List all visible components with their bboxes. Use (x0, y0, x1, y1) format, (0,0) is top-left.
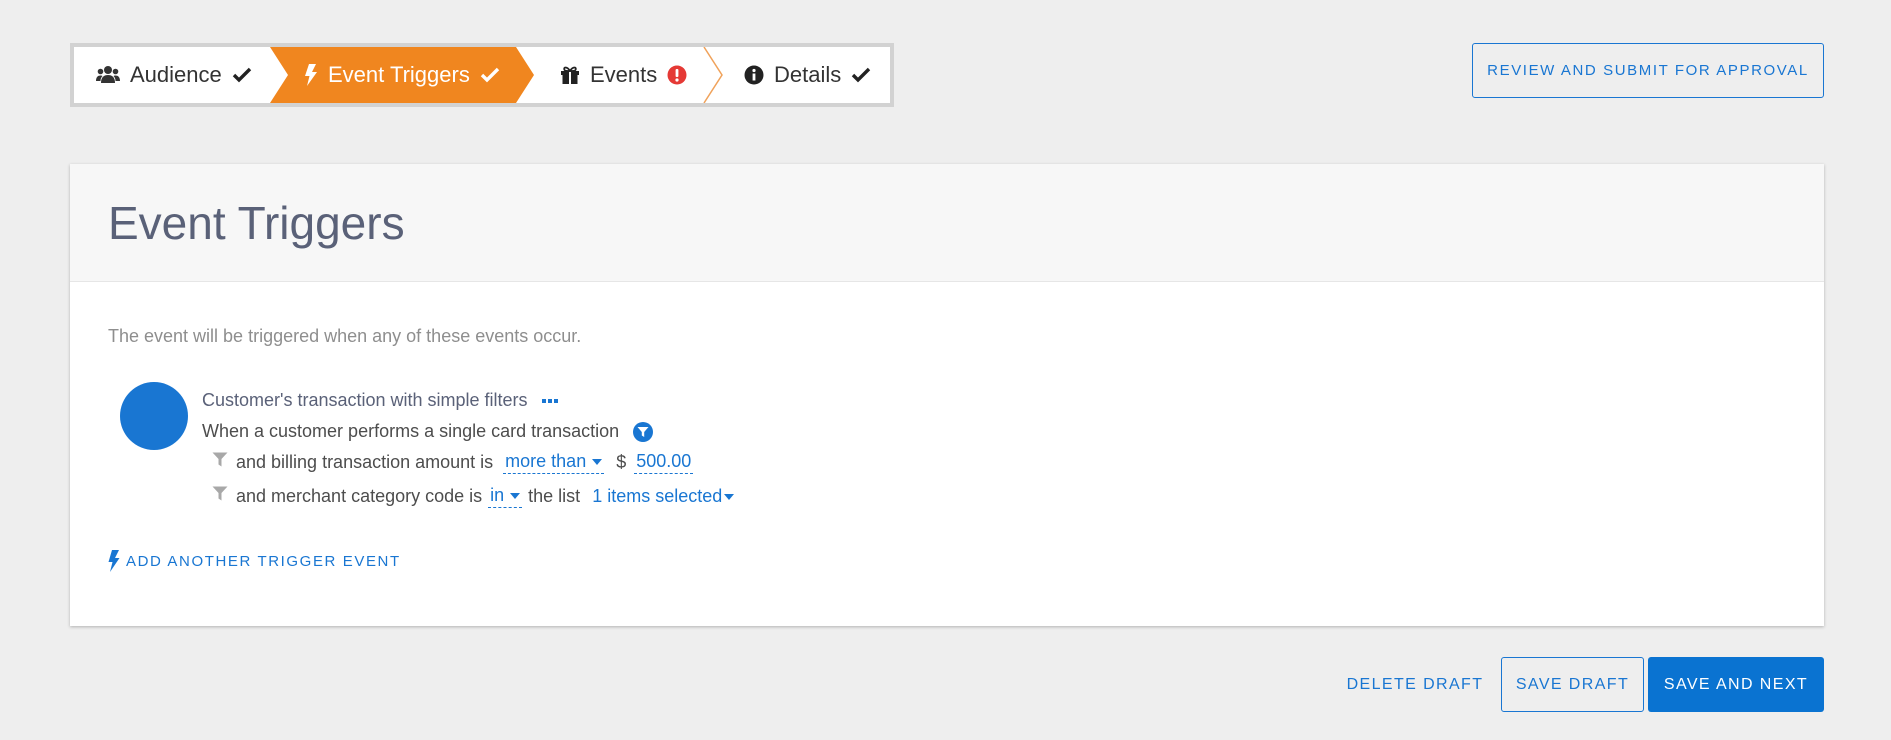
caret-down-icon (724, 493, 735, 500)
add-trigger-event-button[interactable]: ADD ANOTHER TRIGGER EVENT (108, 550, 401, 572)
amount-input[interactable]: 500.00 (634, 451, 694, 474)
operator-value: in (490, 485, 505, 505)
more-options-icon[interactable] (541, 398, 558, 403)
condition-middle: the list (528, 486, 581, 506)
operator-dropdown[interactable]: in (488, 485, 523, 508)
page-title: Event Triggers (108, 197, 405, 249)
check-icon (480, 67, 500, 83)
items-selected-dropdown[interactable]: 1 items selected (592, 486, 735, 507)
delete-draft-button[interactable]: DELETE DRAFT (1340, 657, 1490, 712)
users-icon (96, 65, 120, 85)
trigger-title: Customer's transaction with simple filte… (202, 390, 558, 411)
review-and-submit-button[interactable]: REVIEW AND SUBMIT FOR APPROVAL (1472, 43, 1824, 98)
step-label: Audience (130, 62, 222, 87)
trigger-description-text: When a customer performs a single card t… (202, 421, 620, 441)
step-label: Event Triggers (328, 62, 470, 87)
condition-row-mcc: and merchant category code is in the lis… (212, 485, 735, 508)
operator-value: more than (505, 451, 587, 471)
save-and-next-button[interactable]: SAVE AND NEXT (1648, 657, 1824, 712)
caret-down-icon (592, 458, 603, 465)
step-events[interactable]: Events (560, 47, 687, 103)
step-audience[interactable]: Audience (96, 47, 252, 103)
bolt-icon (304, 64, 318, 86)
trigger-description: When a customer performs a single card t… (202, 421, 654, 442)
currency-symbol: $ (616, 452, 627, 472)
filter-icon[interactable] (633, 421, 654, 442)
condition-row-amount: and billing transaction amount is more t… (212, 451, 694, 474)
wizard-stepper: Audience Event Triggers Events Details (70, 43, 894, 107)
check-icon (851, 67, 871, 83)
funnel-icon (212, 452, 228, 467)
step-event-triggers[interactable]: Event Triggers (304, 47, 500, 103)
trigger-title-text: Customer's transaction with simple filte… (202, 390, 528, 410)
funnel-icon (212, 486, 228, 501)
caret-down-icon (510, 492, 521, 499)
card-header: Event Triggers (70, 164, 1824, 282)
gift-icon (560, 65, 580, 85)
step-label: Details (774, 62, 842, 87)
operator-dropdown[interactable]: more than (503, 451, 605, 474)
step-divider (703, 47, 723, 103)
condition-prefix: and merchant category code is (236, 486, 483, 506)
info-icon (744, 65, 764, 85)
selection-value: 1 items selected (592, 486, 723, 506)
step-details[interactable]: Details (744, 47, 871, 103)
trigger-avatar (120, 382, 188, 450)
step-label: Events (590, 62, 658, 87)
add-trigger-label: ADD ANOTHER TRIGGER EVENT (126, 552, 401, 570)
save-draft-button[interactable]: SAVE DRAFT (1501, 657, 1644, 712)
condition-prefix: and billing transaction amount is (236, 452, 494, 472)
intro-text: The event will be triggered when any of … (108, 326, 582, 346)
event-triggers-card: Event Triggers The event will be trigger… (70, 164, 1824, 626)
check-icon (232, 67, 252, 83)
error-icon (667, 65, 687, 85)
bolt-icon (108, 550, 120, 572)
